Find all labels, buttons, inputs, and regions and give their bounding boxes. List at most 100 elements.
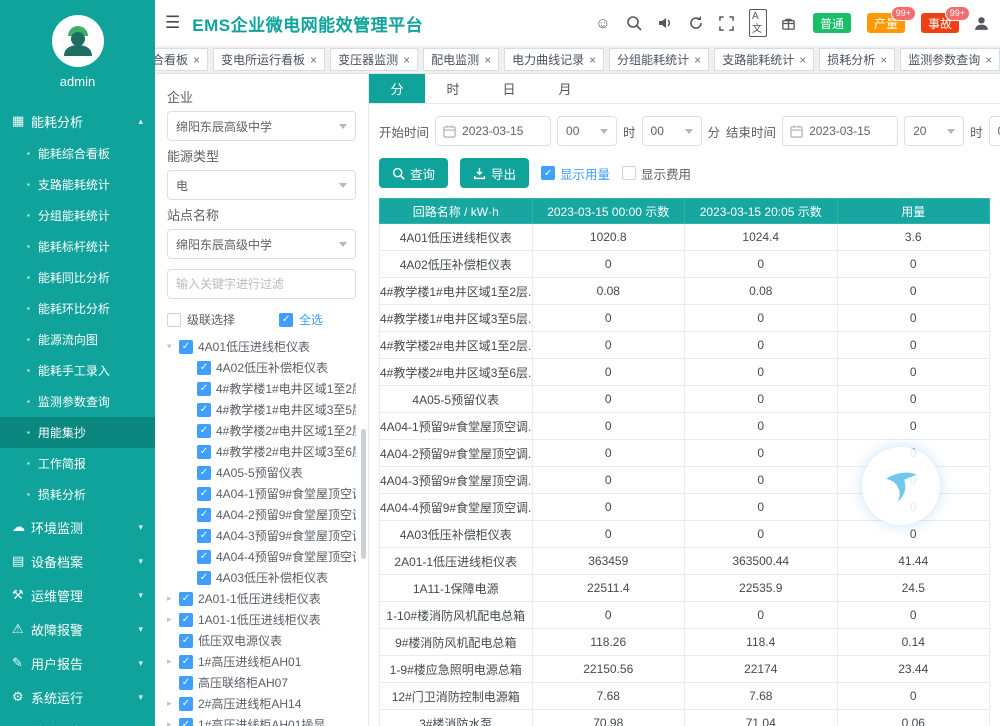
tree-node-checkbox[interactable]: ✓ [197,445,211,459]
fullscreen-icon[interactable] [718,14,736,32]
tab-8[interactable]: 监测参数查询× [900,48,1000,71]
sidebar-subitem-0-3[interactable]: ▪能耗标杆统计 [0,231,155,262]
tree-node-checkbox[interactable]: ✓ [197,529,211,543]
sidebar-subitem-0-6[interactable]: ▪能源流向图 [0,324,155,355]
sidebar-subitem-0-1[interactable]: ▪支路能耗统计 [0,169,155,200]
tab-4[interactable]: 电力曲线记录× [504,48,604,71]
refresh-icon[interactable] [687,14,705,32]
sidebar-subitem-0-11[interactable]: ▪损耗分析 [0,479,155,510]
export-button[interactable]: 导出 [460,158,529,188]
cascade-checkbox[interactable] [167,313,181,327]
tree-node-5[interactable]: ✓4#教学楼2#电井区域3至6层动力仪 [167,441,356,462]
tab-5[interactable]: 分组能耗统计× [609,48,709,71]
start-hour-select[interactable]: 00 [557,116,617,146]
tree-node-checkbox[interactable]: ✓ [197,466,211,480]
site-select[interactable]: 绵阳东辰高级中学 [167,229,356,259]
sidebar-item-4[interactable]: ⚠故障报警▾ [0,612,155,646]
sidebar-subitem-0-4[interactable]: ▪能耗同比分析 [0,262,155,293]
tree-node-3[interactable]: ✓4#教学楼1#电井区域3至5层动力仪 [167,399,356,420]
caret-right-icon[interactable]: ▸ [167,719,179,726]
close-icon[interactable]: × [310,53,317,67]
end-minute-select[interactable]: 05 [989,116,1000,146]
start-minute-select[interactable]: 00 [642,116,702,146]
tree-node-9[interactable]: ✓4A04-3预留9#食堂屋顶空调机组仪 [167,525,356,546]
tab-1[interactable]: 变电所运行看板× [213,48,325,71]
show-usage-checkbox[interactable]: ✓ [541,166,555,180]
menu-toggle-icon[interactable]: ☰ [165,13,180,33]
select-all-checkbox[interactable]: ✓ [279,313,293,327]
avatar[interactable] [52,15,104,67]
close-icon[interactable]: × [694,53,701,67]
user-icon[interactable] [972,14,990,32]
close-icon[interactable]: × [193,53,200,67]
status-badge-1[interactable]: 产量99+ [867,13,905,33]
sidebar-item-5[interactable]: ✎用户报告▾ [0,646,155,680]
tree-node-checkbox[interactable]: ✓ [179,697,193,711]
sidebar-item-6[interactable]: ⚙系统运行▾ [0,680,155,714]
period-tab-1[interactable]: 时 [425,74,481,103]
period-tab-0[interactable]: 分 [369,74,425,103]
energy-type-select[interactable]: 电 [167,170,356,200]
caret-down-icon[interactable]: ▾ [167,341,179,352]
tree-node-14[interactable]: ✓低压双电源仪表 [167,630,356,651]
status-badge-0[interactable]: 普通 [813,13,851,33]
sidebar-subitem-0-0[interactable]: ▪能耗综合看板 [0,138,155,169]
keyword-input[interactable] [167,269,356,299]
tab-3[interactable]: 配电监测× [423,48,499,71]
caret-right-icon[interactable]: ▸ [167,593,179,604]
end-hour-select[interactable]: 20 [904,116,964,146]
tree-node-checkbox[interactable]: ✓ [197,424,211,438]
query-button[interactable]: 查询 [379,158,448,188]
tree-node-18[interactable]: ▸✓1#高压进线柜AH01操显 [167,714,356,726]
company-select[interactable]: 绵阳东辰高级中学 [167,111,356,141]
tree-node-checkbox[interactable]: ✓ [197,550,211,564]
caret-right-icon[interactable]: ▸ [167,656,179,667]
tree-node-checkbox[interactable]: ✓ [179,592,193,606]
emoji-icon[interactable]: ☺ [594,14,612,32]
search-icon[interactable] [625,14,643,32]
tab-2[interactable]: 变压器监测× [330,48,418,71]
caret-right-icon[interactable]: ▸ [167,614,179,625]
sidebar-subitem-0-5[interactable]: ▪能耗环比分析 [0,293,155,324]
tree-node-checkbox[interactable]: ✓ [179,340,193,354]
close-icon[interactable]: × [484,53,491,67]
start-date-input[interactable]: 2023-03-15 [435,116,551,146]
tree-node-2[interactable]: ✓4#教学楼1#电井区域1至2层动力仪 [167,378,356,399]
close-icon[interactable]: × [589,53,596,67]
tree-node-checkbox[interactable]: ✓ [179,718,193,726]
tree-node-checkbox[interactable]: ✓ [179,655,193,669]
tree-scrollbar-thumb[interactable] [361,429,366,559]
sidebar-item-1[interactable]: ☁环境监测▾ [0,510,155,544]
period-tab-3[interactable]: 月 [537,74,593,103]
tree-node-6[interactable]: ✓4A05-5预留仪表 [167,462,356,483]
end-date-input[interactable]: 2023-03-15 [782,116,898,146]
sidebar-subitem-0-9[interactable]: ▪用能集抄 [0,417,155,448]
tab-6[interactable]: 支路能耗统计× [714,48,814,71]
tree-node-checkbox[interactable]: ✓ [197,361,211,375]
tree-node-checkbox[interactable]: ✓ [197,571,211,585]
tree-node-checkbox[interactable]: ✓ [197,403,211,417]
tree-node-checkbox[interactable]: ✓ [197,382,211,396]
sidebar-subitem-0-10[interactable]: ▪工作简报 [0,448,155,479]
status-badge-2[interactable]: 事故99+ [921,13,959,33]
tree-node-17[interactable]: ▸✓2#高压进线柜AH14 [167,693,356,714]
theme-icon[interactable] [780,14,798,32]
close-icon[interactable]: × [985,53,992,67]
tree-node-15[interactable]: ▸✓1#高压进线柜AH01 [167,651,356,672]
tree-node-8[interactable]: ✓4A04-2预留9#食堂屋顶空调机组仪 [167,504,356,525]
close-icon[interactable]: × [403,53,410,67]
show-cost-checkbox[interactable] [622,166,636,180]
tab-7[interactable]: 损耗分析× [819,48,895,71]
close-icon[interactable]: × [799,53,806,67]
tree-node-4[interactable]: ✓4#教学楼2#电井区域1至2层动力仪 [167,420,356,441]
tree-node-16[interactable]: ✓高压联络柜AH07 [167,672,356,693]
translate-icon[interactable]: A文 [749,14,767,32]
sidebar-item-0[interactable]: ▦能耗分析▴ [0,104,155,138]
period-tab-2[interactable]: 日 [481,74,537,103]
tree-node-12[interactable]: ▸✓2A01-1低压进线柜仪表 [167,588,356,609]
close-icon[interactable]: × [880,53,887,67]
tab-0[interactable]: 合看板× [155,48,208,71]
sidebar-subitem-0-8[interactable]: ▪监测参数查询 [0,386,155,417]
tree-node-0[interactable]: ▾✓4A01低压进线柜仪表 [167,336,356,357]
tree-node-checkbox[interactable]: ✓ [179,613,193,627]
